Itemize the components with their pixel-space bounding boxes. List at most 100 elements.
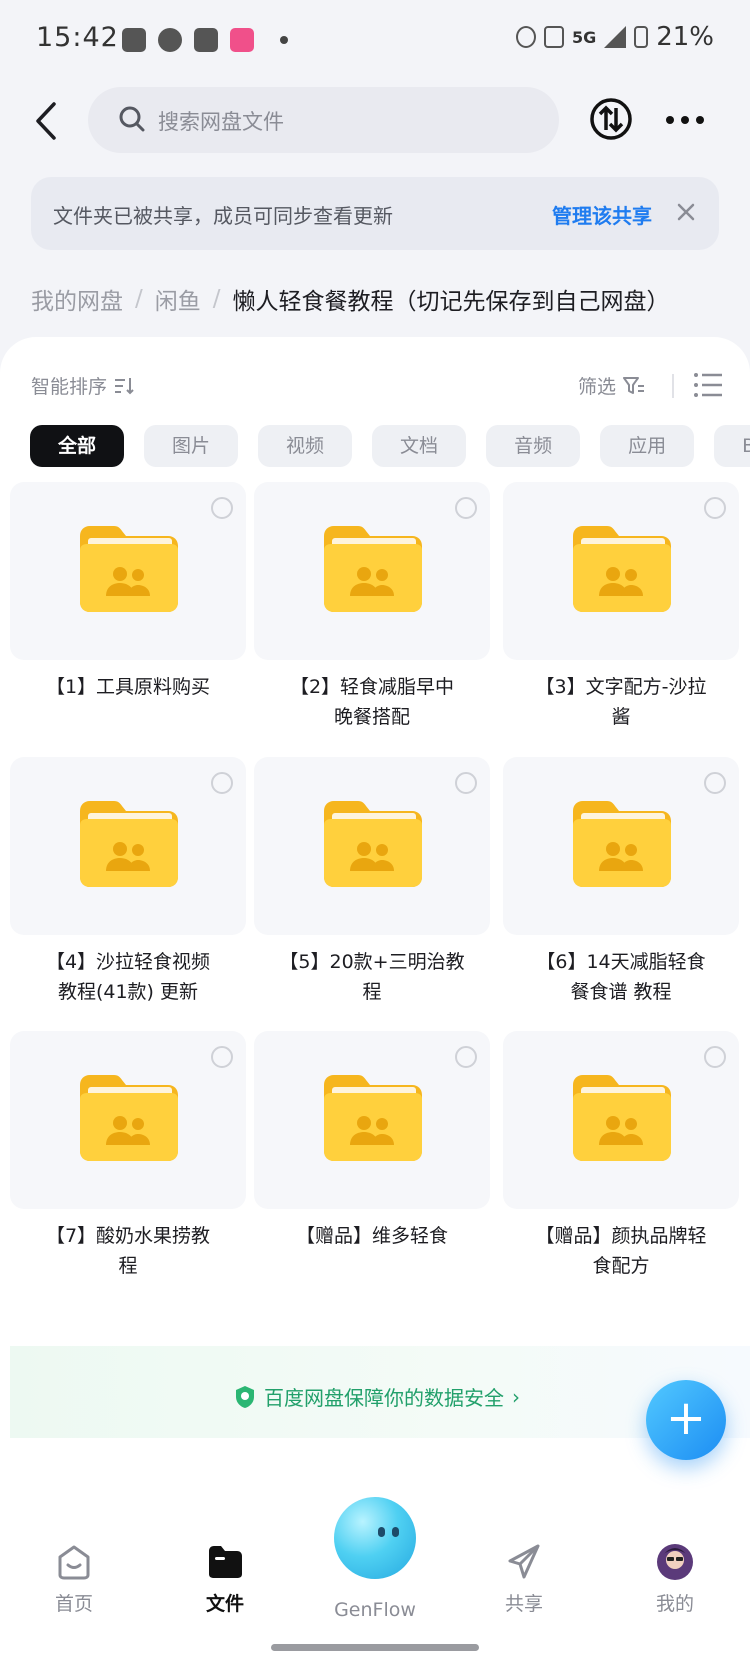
shared-folder-icon <box>80 526 178 612</box>
select-checkbox[interactable] <box>211 1046 233 1068</box>
folder-name-line1: 【2】轻食减脂早中 <box>289 676 455 698</box>
folder-tile[interactable] <box>503 482 739 660</box>
folder-name-line2: 食配方 <box>592 1255 650 1277</box>
filter-label: 筛选 <box>578 376 617 398</box>
manage-share-link[interactable]: 管理该共享 <box>552 200 652 229</box>
tab-apps[interactable]: 应用 <box>600 425 695 467</box>
list-view-icon[interactable] <box>692 370 724 400</box>
alarm-icon <box>515 26 536 48</box>
sort-button[interactable]: 智能排序 <box>31 372 135 399</box>
vibrate-icon <box>543 26 564 48</box>
nav-share-label: 共享 <box>504 1593 543 1615</box>
nav-share[interactable]: 共享 <box>464 1543 584 1616</box>
breadcrumb: 我的网盘 / 闲鱼 / 懒人轻食餐教程（切记先保存到自己网盘） <box>31 282 670 316</box>
folder-name-line1: 【6】14天减脂轻食 <box>536 951 706 973</box>
select-checkbox[interactable] <box>211 772 233 794</box>
home-indicator <box>271 1644 479 1651</box>
breadcrumb-root[interactable]: 我的网盘 <box>31 282 123 316</box>
shared-folder-icon <box>573 1075 671 1161</box>
select-checkbox[interactable] <box>455 772 477 794</box>
folder-tile[interactable] <box>254 482 490 660</box>
genflow-eye-left <box>378 1527 385 1537</box>
security-banner[interactable]: 百度网盘保障你的数据安全 › <box>10 1346 750 1438</box>
signal-icon <box>604 26 627 48</box>
sort-icon <box>115 377 134 394</box>
select-checkbox[interactable] <box>455 1046 477 1068</box>
search-input[interactable]: 搜索网盘文件 <box>88 87 559 153</box>
tab-bt[interactable]: BT种子 <box>714 425 750 467</box>
folder-tile[interactable] <box>254 1031 490 1209</box>
folder-name[interactable]: 【6】14天减脂轻食 餐食谱 教程 <box>503 947 739 1007</box>
folder-name-line2: 程 <box>362 981 382 1003</box>
nav-mine[interactable]: 我的 <box>615 1543 735 1616</box>
shared-folder-icon <box>573 526 671 612</box>
nav-genflow[interactable]: GenFlow <box>315 1595 435 1621</box>
search-icon <box>119 106 145 132</box>
folder-tile[interactable] <box>254 757 490 935</box>
home-icon <box>58 1545 90 1580</box>
plus-icon: + <box>665 1390 707 1446</box>
5g-icon: 5G <box>571 27 597 47</box>
back-icon[interactable] <box>22 96 72 146</box>
notification-icons <box>122 28 288 52</box>
folder-name-line2: 晚餐搭配 <box>333 706 410 728</box>
tab-documents[interactable]: 文档 <box>372 425 467 467</box>
breadcrumb-parent[interactable]: 闲鱼 <box>155 282 201 316</box>
folder-name[interactable]: 【7】酸奶水果捞教程 <box>10 1221 246 1281</box>
battery-icon <box>634 26 649 48</box>
wechat-icon <box>158 28 182 52</box>
share-message: 文件夹已被共享，成员可同步查看更新 <box>53 204 393 228</box>
tab-audio[interactable]: 音频 <box>486 425 581 467</box>
folder-name-line1: 【7】酸奶水果捞教 <box>45 1225 211 1247</box>
folder-name[interactable]: 【赠品】颜执品牌轻 食配方 <box>503 1221 739 1281</box>
more-icon[interactable] <box>660 100 710 140</box>
tab-images[interactable]: 图片 <box>144 425 239 467</box>
folder-name[interactable]: 【2】轻食减脂早中 晚餐搭配 <box>254 672 490 732</box>
select-checkbox[interactable] <box>455 497 477 519</box>
folder-name-line1: 【1】工具原料购买 <box>45 676 211 698</box>
close-icon[interactable] <box>671 197 701 227</box>
transfer-icon[interactable] <box>588 96 634 142</box>
folder-name-line2: 酱 <box>611 706 631 728</box>
select-checkbox[interactable] <box>704 1046 726 1068</box>
select-checkbox[interactable] <box>704 497 726 519</box>
folder-name-line2: 程 <box>118 1255 138 1277</box>
folder-tile[interactable] <box>503 757 739 935</box>
nav-genflow-label: GenFlow <box>334 1599 416 1621</box>
nav-home-label: 首页 <box>54 1593 93 1615</box>
folder-name[interactable]: 【4】沙拉轻食视频 教程(41款) 更新 <box>10 947 246 1007</box>
folder-name[interactable]: 【1】工具原料购买 <box>10 672 246 702</box>
folder-tile[interactable] <box>503 1031 739 1209</box>
folder-tile[interactable] <box>10 1031 246 1209</box>
add-button[interactable]: + <box>646 1380 726 1460</box>
avatar <box>657 1544 693 1580</box>
folder-tile[interactable] <box>10 757 246 935</box>
search-placeholder: 搜索网盘文件 <box>158 110 284 134</box>
shared-folder-icon <box>80 801 178 887</box>
folder-name[interactable]: 【5】20款+三明治教程 <box>254 947 490 1007</box>
shield-icon <box>236 1385 254 1408</box>
nav-files[interactable]: 文件 <box>165 1543 285 1616</box>
select-checkbox[interactable] <box>704 772 726 794</box>
nav-mine-label: 我的 <box>655 1593 694 1615</box>
folder-tile[interactable] <box>10 482 246 660</box>
status-bar: 15:42 5G 21% <box>0 0 750 84</box>
shared-folder-icon <box>324 526 422 612</box>
select-checkbox[interactable] <box>211 497 233 519</box>
tab-all[interactable]: 全部 <box>30 425 125 467</box>
folder-name-line1: 【5】20款+三明治教 <box>279 951 465 973</box>
folder-name-line2: 餐食谱 教程 <box>570 981 672 1003</box>
folder-name[interactable]: 【3】文字配方-沙拉酱 <box>503 672 739 732</box>
genflow-icon[interactable] <box>334 1497 416 1579</box>
battery-percent: 21% <box>656 22 714 52</box>
folder-name[interactable]: 【赠品】维多轻食 <box>254 1221 490 1251</box>
files-icon <box>209 1546 242 1578</box>
filter-button[interactable]: 筛选 <box>578 372 646 399</box>
genflow-eye-right <box>392 1527 399 1537</box>
category-tabs: 全部 图片 视频 文档 音频 应用 BT种子 其他 <box>30 425 750 467</box>
nav-home[interactable]: 首页 <box>14 1543 134 1616</box>
app-icon <box>194 28 218 52</box>
breadcrumb-current: 懒人轻食餐教程（切记先保存到自己网盘） <box>232 289 670 315</box>
bilibili-icon <box>230 28 254 52</box>
tab-videos[interactable]: 视频 <box>258 425 353 467</box>
